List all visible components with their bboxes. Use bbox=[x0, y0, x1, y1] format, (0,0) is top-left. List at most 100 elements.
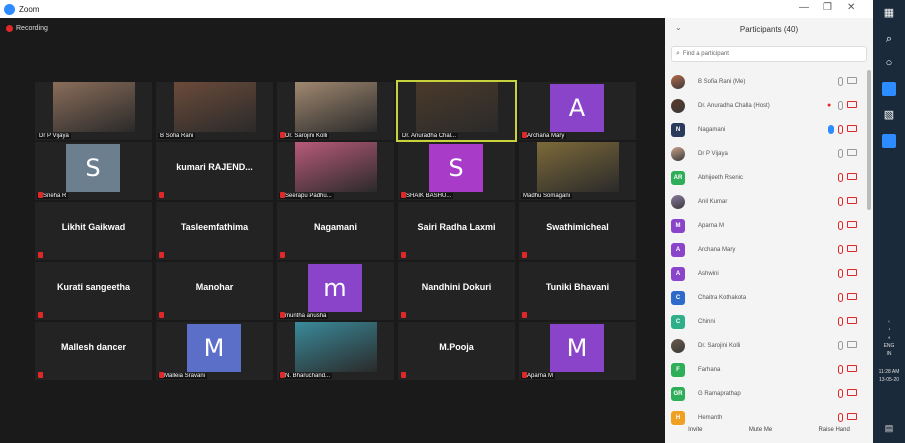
mic-muted-icon bbox=[38, 192, 43, 198]
participant-avatar bbox=[671, 147, 685, 161]
video-tile[interactable]: Manohar bbox=[156, 262, 273, 320]
mic-muted-icon bbox=[280, 192, 285, 198]
participant-status-icons bbox=[838, 341, 857, 350]
participant-scrollbar[interactable] bbox=[867, 70, 871, 210]
host-indicator-icon: ● bbox=[827, 102, 832, 109]
photos-app-icon[interactable]: ▧ bbox=[882, 108, 896, 122]
video-tile[interactable]: N. Bharuchand... bbox=[277, 322, 394, 380]
cortana-icon[interactable]: ○ bbox=[882, 56, 896, 70]
notification-icon[interactable]: ▤ bbox=[873, 424, 905, 433]
participant-row[interactable]: Anil Kumar bbox=[665, 190, 865, 214]
video-tile[interactable]: A Archana Mary bbox=[519, 82, 636, 140]
participant-row[interactable]: C Chaitra Kothakota bbox=[665, 286, 865, 310]
camera-off-icon bbox=[847, 245, 857, 252]
participant-video bbox=[416, 82, 498, 132]
raised-hand-icon bbox=[828, 125, 834, 134]
participant-row[interactable]: M Aparna M bbox=[665, 214, 865, 238]
participant-row[interactable]: N Nagamani bbox=[665, 118, 865, 142]
tile-name-label: Madhu Somagani bbox=[521, 193, 573, 199]
video-tile[interactable]: Seerapu Padhu... bbox=[277, 142, 394, 200]
video-tile[interactable]: Dr. Sarojini Kolli bbox=[277, 82, 394, 140]
mic-muted-icon bbox=[159, 372, 164, 378]
video-tile[interactable]: B Sofia Rani bbox=[156, 82, 273, 140]
participant-avatar bbox=[671, 99, 685, 113]
participant-row[interactable]: AR Abhijeeth Rsenic bbox=[665, 166, 865, 190]
video-tile[interactable]: Tuniki Bhavani bbox=[519, 262, 636, 320]
chevron-down-icon[interactable]: ⌄ bbox=[675, 23, 682, 32]
participant-name: Ashwini bbox=[698, 271, 719, 277]
video-tile[interactable]: M.Pooja bbox=[398, 322, 515, 380]
minimize-icon[interactable]: — bbox=[799, 2, 809, 13]
participant-avatar: C bbox=[671, 315, 685, 329]
participant-row[interactable]: Dr P Vijaya bbox=[665, 142, 865, 166]
video-tile[interactable]: M Aparna M bbox=[519, 322, 636, 380]
participant-avatar: C bbox=[671, 291, 685, 305]
video-tile[interactable]: Likhit Gaikwad bbox=[35, 202, 152, 260]
camera-off-icon bbox=[847, 365, 857, 372]
windows-start-icon[interactable]: ▦ bbox=[882, 6, 896, 20]
mail-app-icon[interactable] bbox=[882, 82, 896, 96]
video-tile[interactable]: m muntha anusha bbox=[277, 262, 394, 320]
mic-muted-icon bbox=[38, 372, 43, 378]
mic-icon bbox=[838, 149, 843, 158]
title-bar: Zoom bbox=[0, 0, 665, 18]
participant-status-icons: ● bbox=[827, 101, 857, 110]
video-tile[interactable]: Swathimicheal bbox=[519, 202, 636, 260]
video-tile[interactable]: Tasleemfathima bbox=[156, 202, 273, 260]
video-tile[interactable]: Dr. Anuradha Chal... bbox=[396, 80, 517, 142]
participant-row[interactable]: B Sofia Rani (Me) bbox=[665, 70, 865, 94]
video-tile[interactable]: S SHAIK BASHU... bbox=[398, 142, 515, 200]
mic-muted-icon bbox=[38, 312, 43, 318]
participant-video bbox=[295, 82, 377, 132]
video-tile[interactable]: S Sneha R bbox=[35, 142, 152, 200]
participant-status-icons bbox=[838, 173, 857, 182]
participant-status-icons bbox=[838, 221, 857, 230]
participant-name: Dr P Vijaya bbox=[698, 151, 728, 157]
video-tile[interactable]: Nandhini Dokuri bbox=[398, 262, 515, 320]
video-tile[interactable]: Kurati sangeetha bbox=[35, 262, 152, 320]
windows-taskbar: ▦ ⌕ ○ ▧ ‹ ◔ ◖ ENG IN 11:28 AM 13-05-20 ▤ bbox=[873, 0, 905, 443]
video-tile[interactable]: Mallesh dancer bbox=[35, 322, 152, 380]
participant-row[interactable]: Dr. Sarojini Kolli bbox=[665, 334, 865, 358]
participant-name: Anil Kumar bbox=[698, 199, 728, 205]
video-tile[interactable]: Nagamani bbox=[277, 202, 394, 260]
network-icon[interactable]: ◔ bbox=[873, 326, 905, 334]
participant-video bbox=[174, 82, 256, 132]
participant-row[interactable]: A Ashwini bbox=[665, 262, 865, 286]
mic-muted-icon bbox=[838, 245, 843, 254]
tray-chevron-icon[interactable]: ‹ bbox=[873, 318, 905, 326]
participant-row[interactable]: Dr. Anuradha Challa (Host) ● bbox=[665, 94, 865, 118]
search-icon[interactable]: ⌕ bbox=[882, 32, 896, 46]
tile-name-label: Archana Mary bbox=[521, 133, 567, 139]
mic-muted-icon bbox=[159, 192, 164, 198]
participant-row[interactable]: A Archana Mary bbox=[665, 238, 865, 262]
mic-muted-icon bbox=[38, 252, 43, 258]
mic-muted-icon bbox=[838, 221, 843, 230]
mute-me-button[interactable]: Mute Me bbox=[744, 423, 777, 437]
video-tile[interactable]: kumari RAJEND... bbox=[156, 142, 273, 200]
video-tile[interactable]: Sairi Radha Laxmi bbox=[398, 202, 515, 260]
video-tile[interactable]: M Malleia Sravani bbox=[156, 322, 273, 380]
volume-icon[interactable]: ◖ bbox=[873, 334, 905, 342]
participant-name: Tuniki Bhavani bbox=[545, 282, 610, 292]
search-icon: ⌕ bbox=[676, 50, 680, 57]
participant-row[interactable]: F Farhana bbox=[665, 358, 865, 382]
mic-muted-icon bbox=[838, 293, 843, 302]
mic-muted-icon bbox=[522, 252, 527, 258]
participant-search[interactable]: ⌕ Find a participant bbox=[671, 46, 867, 62]
video-tile[interactable]: Madhu Somagani bbox=[519, 142, 636, 200]
zoom-window: Zoom — ❐ ✕ Recording Dr P Vijaya B Sofia … bbox=[0, 0, 905, 443]
maximize-icon[interactable]: ❐ bbox=[823, 2, 832, 13]
participant-row[interactable]: C Chinni bbox=[665, 310, 865, 334]
participant-list: B Sofia Rani (Me) Dr. Anuradha Challa (Ho… bbox=[665, 70, 865, 430]
close-icon[interactable]: ✕ bbox=[847, 2, 855, 13]
raise-hand-button[interactable]: Raise Hand bbox=[813, 423, 854, 437]
invite-button[interactable]: Invite bbox=[683, 423, 707, 437]
video-tile[interactable]: Dr P Vijaya bbox=[35, 82, 152, 140]
language-indicator[interactable]: ENG bbox=[873, 342, 905, 350]
mic-muted-icon bbox=[838, 365, 843, 374]
clock-time[interactable]: 11:28 AM bbox=[873, 368, 905, 376]
participant-name: G Ramaprathap bbox=[698, 391, 741, 397]
zoom-app-icon[interactable] bbox=[882, 134, 896, 148]
participant-row[interactable]: GR G Ramaprathap bbox=[665, 382, 865, 406]
